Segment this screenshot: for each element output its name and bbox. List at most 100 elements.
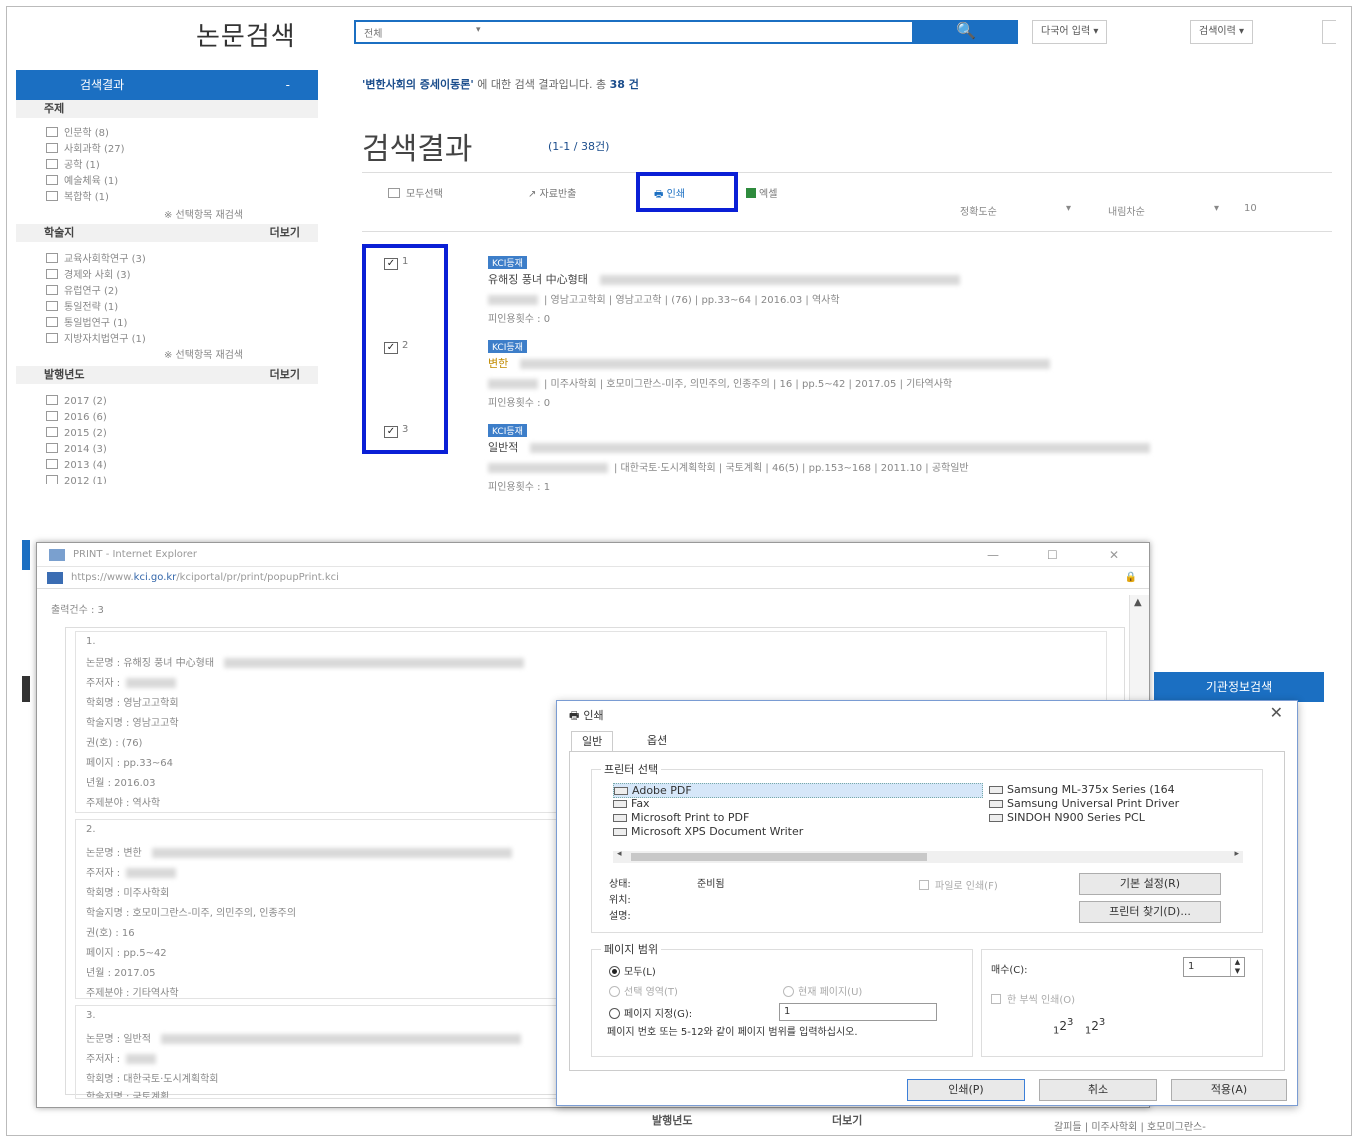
facet-journal-item[interactable]: 경제와 사회 (3) xyxy=(46,268,131,284)
ie-title-bar[interactable]: PRINT - Internet Explorer xyxy=(37,543,1149,567)
checkbox[interactable] xyxy=(46,127,58,137)
facet-subject-item[interactable]: 공학 (1) xyxy=(46,158,100,174)
minimize-icon[interactable]: — xyxy=(987,543,999,567)
checkbox[interactable] xyxy=(46,317,58,327)
result-title[interactable]: 변한 xyxy=(488,357,508,370)
printer-item[interactable]: Fax xyxy=(613,797,650,810)
range-current-radio[interactable]: 현재 페이지(U) xyxy=(783,983,862,998)
print-to-file-checkbox[interactable]: 파일로 인쇄(F) xyxy=(919,877,998,892)
range-selection-radio[interactable]: 선택 영역(T) xyxy=(609,983,678,998)
facet-subject-item[interactable]: 사회과학 (27) xyxy=(46,142,125,158)
close-icon[interactable]: ✕ xyxy=(1109,543,1119,567)
excel-button[interactable]: 엑셀 xyxy=(746,185,777,200)
checkbox[interactable] xyxy=(46,301,58,311)
pages-input[interactable]: 1 xyxy=(779,1003,937,1021)
tab-general[interactable]: 일반 xyxy=(571,731,614,751)
order-select[interactable]: 내림차순 xyxy=(1108,203,1145,218)
printer-item[interactable]: SINDOH N900 Series PCL xyxy=(989,811,1145,824)
checkbox[interactable] xyxy=(46,253,58,263)
scroll-up-icon[interactable]: ▲ xyxy=(1134,597,1142,608)
institution-search-button[interactable]: 기관정보검색 xyxy=(1154,672,1324,702)
radio[interactable] xyxy=(609,1008,620,1019)
year-more-link[interactable]: 더보기 xyxy=(270,366,300,384)
result-title[interactable]: 유해징 풍녀 中心형태 xyxy=(488,273,588,286)
checkbox[interactable] xyxy=(388,188,400,198)
checkbox[interactable] xyxy=(919,880,929,890)
facet-year-item[interactable]: 2012 (1) xyxy=(46,474,107,484)
collapse-icon[interactable]: - xyxy=(286,70,290,100)
printer-item[interactable]: Samsung Universal Print Driver xyxy=(989,797,1179,810)
export-button[interactable]: ↗ 자료반출 xyxy=(528,185,576,200)
copies-stepper[interactable]: 1 ▲ ▼ xyxy=(1183,957,1245,977)
cancel-button[interactable]: 취소 xyxy=(1039,1079,1157,1101)
facet-year-item[interactable]: 2013 (4) xyxy=(46,458,107,474)
printer-item[interactable]: Microsoft Print to PDF xyxy=(613,811,749,824)
apply-button[interactable]: 적용(A) xyxy=(1171,1079,1287,1101)
radio[interactable] xyxy=(783,986,794,997)
search-history-button[interactable]: 검색이력 ▾ xyxy=(1190,20,1253,44)
radio[interactable] xyxy=(609,966,620,977)
facet-subject-item[interactable]: 인문학 (8) xyxy=(46,126,109,142)
scroll-thumb[interactable] xyxy=(631,853,927,861)
facet-journal-item[interactable]: 통일전략 (1) xyxy=(46,300,118,316)
radio[interactable] xyxy=(609,986,620,997)
facet-year-item[interactable]: 2016 (6) xyxy=(46,410,107,426)
subject-refine-link[interactable]: ※ 선택항목 재검색 xyxy=(164,206,243,221)
checkbox[interactable] xyxy=(46,269,58,279)
search-button[interactable]: 🔍 xyxy=(914,20,1018,44)
printer-item-selected[interactable]: Adobe PDF xyxy=(613,783,983,798)
scroll-left-icon[interactable]: ◂ xyxy=(617,849,622,859)
printer-item[interactable]: Samsung ML-375x Series (164 xyxy=(989,783,1175,796)
sort-select[interactable]: 정확도순 xyxy=(960,203,997,218)
checkbox[interactable] xyxy=(46,159,58,169)
range-pages-radio[interactable]: 페이지 지정(G): xyxy=(609,1005,692,1020)
facet-journal-item[interactable]: 교육사회학연구 (3) xyxy=(46,252,146,268)
checkbox[interactable] xyxy=(46,475,58,484)
facet-year-item[interactable]: 2014 (3) xyxy=(46,442,107,458)
checkbox[interactable] xyxy=(46,411,58,421)
printer-list[interactable]: Adobe PDF Fax Microsoft Print to PDF Mic… xyxy=(601,781,1241,845)
checkbox[interactable] xyxy=(46,175,58,185)
checkbox[interactable] xyxy=(46,191,58,201)
checkbox[interactable] xyxy=(46,285,58,295)
chevron-down-icon[interactable]: ▾ xyxy=(1066,203,1071,214)
search-input[interactable]: 전체 ▾ xyxy=(354,20,914,44)
facet-journal-item[interactable]: 유럽연구 (2) xyxy=(46,284,118,300)
find-printer-button[interactable]: 프린터 찾기(D)... xyxy=(1079,901,1221,923)
stepper-arrows-icon[interactable]: ▲ ▼ xyxy=(1230,958,1244,976)
collate-checkbox[interactable]: 한 부씩 인쇄(O) xyxy=(991,991,1075,1006)
journal-refine-link[interactable]: ※ 선택항목 재검색 xyxy=(164,346,243,361)
close-icon[interactable]: ✕ xyxy=(1270,703,1283,722)
checkbox[interactable] xyxy=(46,443,58,453)
maximize-icon[interactable]: ☐ xyxy=(1047,543,1058,567)
printer-list-scrollbar[interactable]: ◂ ▸ xyxy=(613,849,1243,863)
ie-address-bar[interactable]: https://www.kci.go.kr/kciportal/pr/print… xyxy=(37,567,1149,589)
checkbox[interactable] xyxy=(46,333,58,343)
print-confirm-button[interactable]: 인쇄(P) xyxy=(907,1079,1025,1101)
search-scope-select[interactable]: 전체 xyxy=(364,25,382,40)
bg-year-more[interactable]: 더보기 xyxy=(832,1112,862,1128)
chevron-down-icon[interactable]: ▾ xyxy=(1214,203,1219,214)
checkbox[interactable] xyxy=(46,395,58,405)
result-title[interactable]: 일반적 xyxy=(488,441,518,454)
facet-year-item[interactable]: 2015 (2) xyxy=(46,426,107,442)
checkbox[interactable] xyxy=(46,459,58,469)
facet-subject-item[interactable]: 복합학 (1) xyxy=(46,190,109,206)
checkbox[interactable] xyxy=(46,427,58,437)
printer-item[interactable]: Microsoft XPS Document Writer xyxy=(613,825,803,838)
multilang-input-button[interactable]: 다국어 입력 ▾ xyxy=(1032,20,1108,44)
range-all-radio[interactable]: 모두(L) xyxy=(609,963,656,978)
select-all-checkbox[interactable]: 모두선택 xyxy=(388,185,443,200)
chevron-down-icon[interactable]: ▾ xyxy=(476,25,481,35)
facet-journal-item[interactable]: 지방자치법연구 (1) xyxy=(46,332,146,348)
tab-options[interactable]: 옵션 xyxy=(637,731,677,751)
scroll-right-icon[interactable]: ▸ xyxy=(1234,849,1239,859)
page-size-select[interactable]: 10 xyxy=(1244,203,1257,214)
facet-journal-item[interactable]: 통일법연구 (1) xyxy=(46,316,127,332)
checkbox[interactable] xyxy=(46,143,58,153)
journal-more-link[interactable]: 더보기 xyxy=(270,224,300,242)
header-extra-button[interactable] xyxy=(1322,20,1336,44)
facet-subject-item[interactable]: 예술체육 (1) xyxy=(46,174,118,190)
facet-year-item[interactable]: 2017 (2) xyxy=(46,394,107,410)
checkbox[interactable] xyxy=(991,994,1001,1004)
